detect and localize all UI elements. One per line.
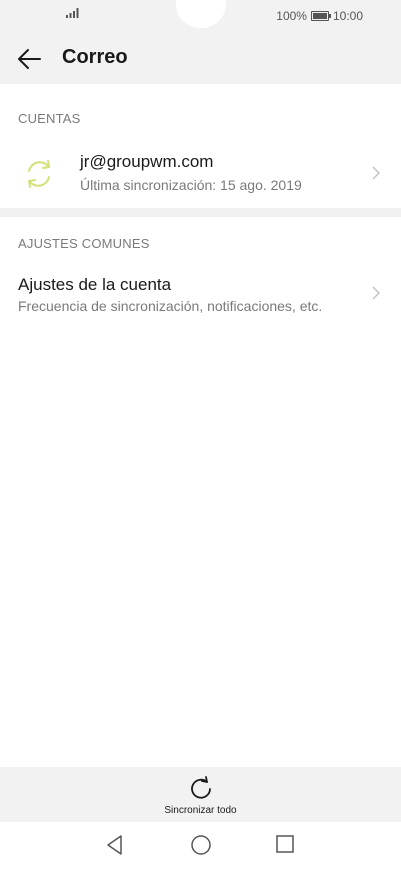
refresh-icon xyxy=(191,776,211,799)
account-item[interactable]: jr@groupwm.com Última sincronización: 15… xyxy=(0,140,401,206)
account-last-sync: Última sincronización: 15 ago. 2019 xyxy=(80,177,302,193)
bottom-action-bar: Sincronizar todo xyxy=(0,767,401,822)
back-button[interactable] xyxy=(16,46,44,72)
account-settings-item[interactable]: Ajustes de la cuenta Frecuencia de sincr… xyxy=(0,265,401,325)
nav-home-icon[interactable] xyxy=(190,834,212,856)
common-settings-section-header: AJUSTES COMUNES xyxy=(18,236,150,251)
chevron-right-icon xyxy=(372,166,381,180)
signal-icon xyxy=(66,8,79,18)
battery-icon xyxy=(310,11,331,21)
app-bar: Correo xyxy=(0,34,401,84)
nav-recents-icon[interactable] xyxy=(275,834,295,854)
nav-back-icon[interactable] xyxy=(105,834,125,856)
battery-percent: 100% xyxy=(276,9,307,23)
status-bar: 100% 10:00 xyxy=(0,0,401,34)
account-email: jr@groupwm.com xyxy=(80,152,214,171)
sync-all-button[interactable]: Sincronizar todo xyxy=(150,767,251,822)
clock: 10:00 xyxy=(332,9,363,23)
chevron-right-icon xyxy=(372,286,381,300)
account-settings-title: Ajustes de la cuenta xyxy=(18,275,172,294)
arrow-left-icon xyxy=(18,49,41,69)
camera-notch xyxy=(176,0,226,28)
section-divider xyxy=(0,208,401,217)
status-right: 100% 10:00 xyxy=(276,9,363,23)
sync-all-label: Sincronizar todo xyxy=(164,805,237,816)
account-settings-subtitle: Frecuencia de sincronización, notificaci… xyxy=(18,298,323,314)
system-nav-bar xyxy=(0,822,401,870)
sync-icon xyxy=(28,160,50,188)
page-title: Correo xyxy=(62,46,128,68)
accounts-section-header: CUENTAS xyxy=(18,111,81,126)
